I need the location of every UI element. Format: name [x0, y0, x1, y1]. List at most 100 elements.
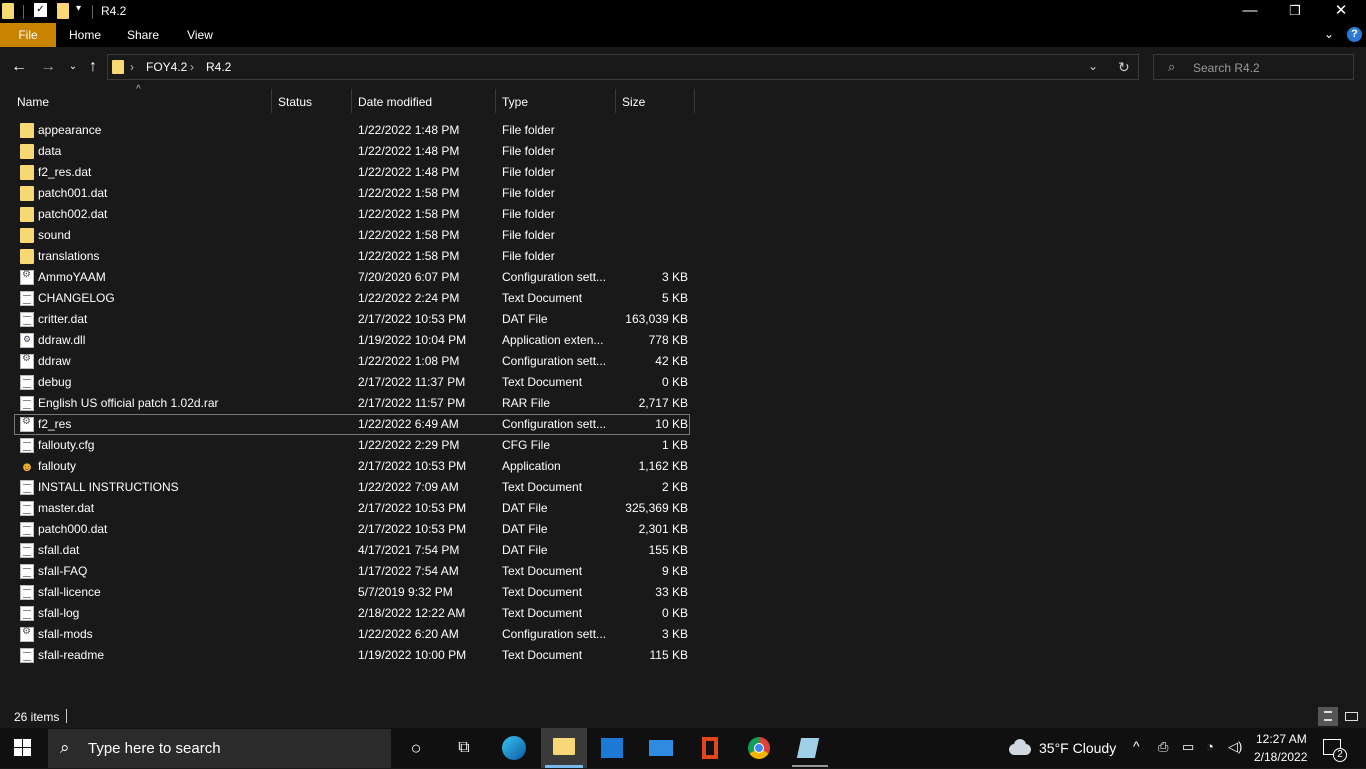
breadcrumb-item-foy42[interactable]: FOY4.2 — [146, 60, 187, 74]
file-row[interactable]: English US official patch 1.02d.rar 2/17/… — [14, 393, 690, 414]
close-button[interactable]: ✕ — [1318, 0, 1364, 23]
file-row[interactable]: sfall-readme 1/19/2022 10:00 PM Text Docum… — [14, 645, 690, 666]
file-row[interactable]: translations 1/22/2022 1:58 PM File folder — [14, 246, 690, 267]
file-row[interactable]: patch000.dat 2/17/2022 10:53 PM DAT File 2,… — [14, 519, 690, 540]
file-date-modified: 1/22/2022 1:48 PM — [358, 144, 460, 158]
text-file-icon — [20, 375, 34, 390]
file-type: DAT File — [502, 312, 548, 326]
file-size — [610, 120, 688, 141]
file-row[interactable]: sfall-mods 1/22/2022 6:20 AM Configuration… — [14, 624, 690, 645]
tab-view[interactable]: View — [178, 23, 222, 47]
file-row[interactable]: critter.dat 2/17/2022 10:53 PM DAT File 163… — [14, 309, 690, 330]
file-row[interactable]: sfall-licence 5/7/2019 9:32 PM Text Docume… — [14, 582, 690, 603]
restore-button[interactable]: ❐ — [1272, 0, 1318, 23]
tab-home[interactable]: Home — [62, 23, 108, 47]
start-button[interactable] — [14, 739, 32, 757]
file-row[interactable]: debug 2/17/2022 11:37 PM Text Document 0 KB — [14, 372, 690, 393]
recent-locations-chevron-icon[interactable]: ⌄ — [62, 55, 84, 79]
file-type: File folder — [502, 207, 555, 221]
wifi-icon[interactable]: ◔ — [1206, 739, 1214, 754]
column-header-date[interactable]: Date modified — [358, 91, 488, 113]
file-row[interactable]: fallouty.cfg 1/22/2022 2:29 PM CFG File 1 K… — [14, 435, 690, 456]
column-divider[interactable] — [694, 89, 695, 113]
show-hidden-icons-chevron-icon[interactable]: ^ — [1133, 738, 1140, 754]
cortana-icon[interactable]: ○ — [396, 733, 436, 763]
weather-text[interactable]: 35°F Cloudy — [1039, 740, 1116, 756]
file-date-modified: 2/17/2022 10:53 PM — [358, 501, 467, 515]
cloud-icon[interactable] — [1007, 739, 1031, 755]
column-header-name[interactable]: Name — [17, 91, 267, 113]
volume-icon[interactable]: ◁) — [1228, 739, 1242, 755]
file-row[interactable]: ddraw.dll 1/19/2022 10:04 PM Application e… — [14, 330, 690, 351]
file-row[interactable]: data 1/22/2022 1:48 PM File folder — [14, 141, 690, 162]
column-divider[interactable] — [351, 89, 352, 113]
file-row[interactable]: patch001.dat 1/22/2022 1:58 PM File folder — [14, 183, 690, 204]
back-arrow-icon[interactable]: ← — [8, 55, 30, 79]
battery-icon[interactable]: ▭ — [1182, 739, 1194, 755]
task-view-icon[interactable]: ⧉ — [444, 733, 484, 763]
help-icon[interactable]: ? — [1347, 27, 1362, 42]
microsoft-store-icon[interactable] — [592, 733, 632, 763]
text-file-icon — [20, 648, 34, 663]
column-divider[interactable] — [615, 89, 616, 113]
file-row[interactable]: patch002.dat 1/22/2022 1:58 PM File folder — [14, 204, 690, 225]
details-view-button[interactable] — [1318, 707, 1338, 726]
large-icons-view-button[interactable] — [1342, 707, 1362, 726]
customize-toolbar-chevron-icon[interactable]: ▾ — [76, 3, 81, 19]
file-name: patch001.dat — [38, 186, 108, 200]
file-row[interactable]: ☻ fallouty 2/17/2022 10:53 PM Application 1,… — [14, 456, 690, 477]
tab-file[interactable]: File — [0, 23, 56, 47]
forward-arrow-icon[interactable]: → — [37, 55, 59, 79]
clock-time[interactable]: 12:27 AM — [1256, 732, 1307, 746]
file-row[interactable]: sfall.dat 4/17/2021 7:54 PM DAT File 155 KB — [14, 540, 690, 561]
chrome-icon[interactable] — [739, 733, 779, 763]
taskbar-search-box[interactable]: ⌕ Type here to search — [48, 729, 391, 768]
config-file-icon — [20, 416, 34, 432]
search-icon: ⌕ — [1168, 59, 1176, 74]
file-row[interactable]: sfall-log 2/18/2022 12:22 AM Text Document… — [14, 603, 690, 624]
refresh-icon[interactable]: ↻ — [1118, 59, 1130, 76]
file-row[interactable]: INSTALL INSTRUCTIONS 1/22/2022 7:09 AM Tex… — [14, 477, 690, 498]
mail-icon[interactable] — [641, 733, 681, 763]
file-date-modified: 1/22/2022 1:08 PM — [358, 354, 460, 368]
file-row[interactable]: CHANGELOG 1/22/2022 2:24 PM Text Document 5… — [14, 288, 690, 309]
minimize-button[interactable]: — — [1227, 0, 1273, 23]
tab-share[interactable]: Share — [120, 23, 166, 47]
file-row[interactable]: AmmoYAAM 7/20/2020 6:07 PM Configuration s… — [14, 267, 690, 288]
address-dropdown-chevron-icon[interactable]: ⌄ — [1088, 59, 1098, 73]
column-header-status[interactable]: Status — [278, 91, 348, 113]
office-icon[interactable] — [690, 733, 730, 763]
meet-now-icon[interactable]: ⎙ — [1158, 739, 1168, 755]
column-header-type[interactable]: Type — [502, 91, 612, 113]
up-arrow-icon[interactable]: ↑ — [82, 55, 104, 79]
file-date-modified: 1/22/2022 7:09 AM — [358, 480, 459, 494]
address-bar[interactable]: › FOY4.2 › R4.2 ⌄ ↻ — [107, 54, 1139, 80]
column-divider[interactable] — [495, 89, 496, 113]
column-divider[interactable] — [271, 89, 272, 113]
app-icon[interactable] — [788, 733, 828, 763]
file-row[interactable]: f2_res.dat 1/22/2022 1:48 PM File folder — [14, 162, 690, 183]
file-row[interactable]: sfall-FAQ 1/17/2022 7:54 AM Text Document 9… — [14, 561, 690, 582]
file-name: data — [38, 144, 62, 158]
file-type: Configuration sett... — [502, 417, 607, 431]
file-row[interactable]: appearance 1/22/2022 1:48 PM File folder — [14, 120, 690, 141]
file-row[interactable]: f2_res 1/22/2022 6:49 AM Configuration set… — [14, 414, 690, 435]
file-row[interactable]: ddraw 1/22/2022 1:08 PM Configuration sett… — [14, 351, 690, 372]
file-explorer-taskbar-button[interactable] — [541, 728, 587, 768]
file-name: sfall-readme — [38, 648, 105, 662]
file-name: patch000.dat — [38, 522, 108, 536]
new-folder-icon[interactable] — [57, 3, 69, 19]
search-box[interactable]: ⌕ Search R4.2 — [1153, 54, 1354, 80]
properties-icon[interactable]: ✓ — [34, 3, 47, 17]
file-row[interactable]: sound 1/22/2022 1:58 PM File folder — [14, 225, 690, 246]
column-header-size[interactable]: Size — [622, 91, 692, 113]
file-row[interactable]: master.dat 2/17/2022 10:53 PM DAT File 325,… — [14, 498, 690, 519]
text-file-icon — [20, 585, 34, 600]
breadcrumb-item-r42[interactable]: R4.2 — [206, 60, 231, 74]
file-date-modified: 4/17/2021 7:54 PM — [358, 543, 460, 557]
file-size — [610, 141, 688, 162]
expand-ribbon-chevron-icon[interactable]: ⌄ — [1324, 27, 1334, 41]
edge-icon[interactable] — [494, 733, 534, 763]
folder-icon — [20, 207, 34, 222]
clock-date[interactable]: 2/18/2022 — [1254, 750, 1307, 764]
